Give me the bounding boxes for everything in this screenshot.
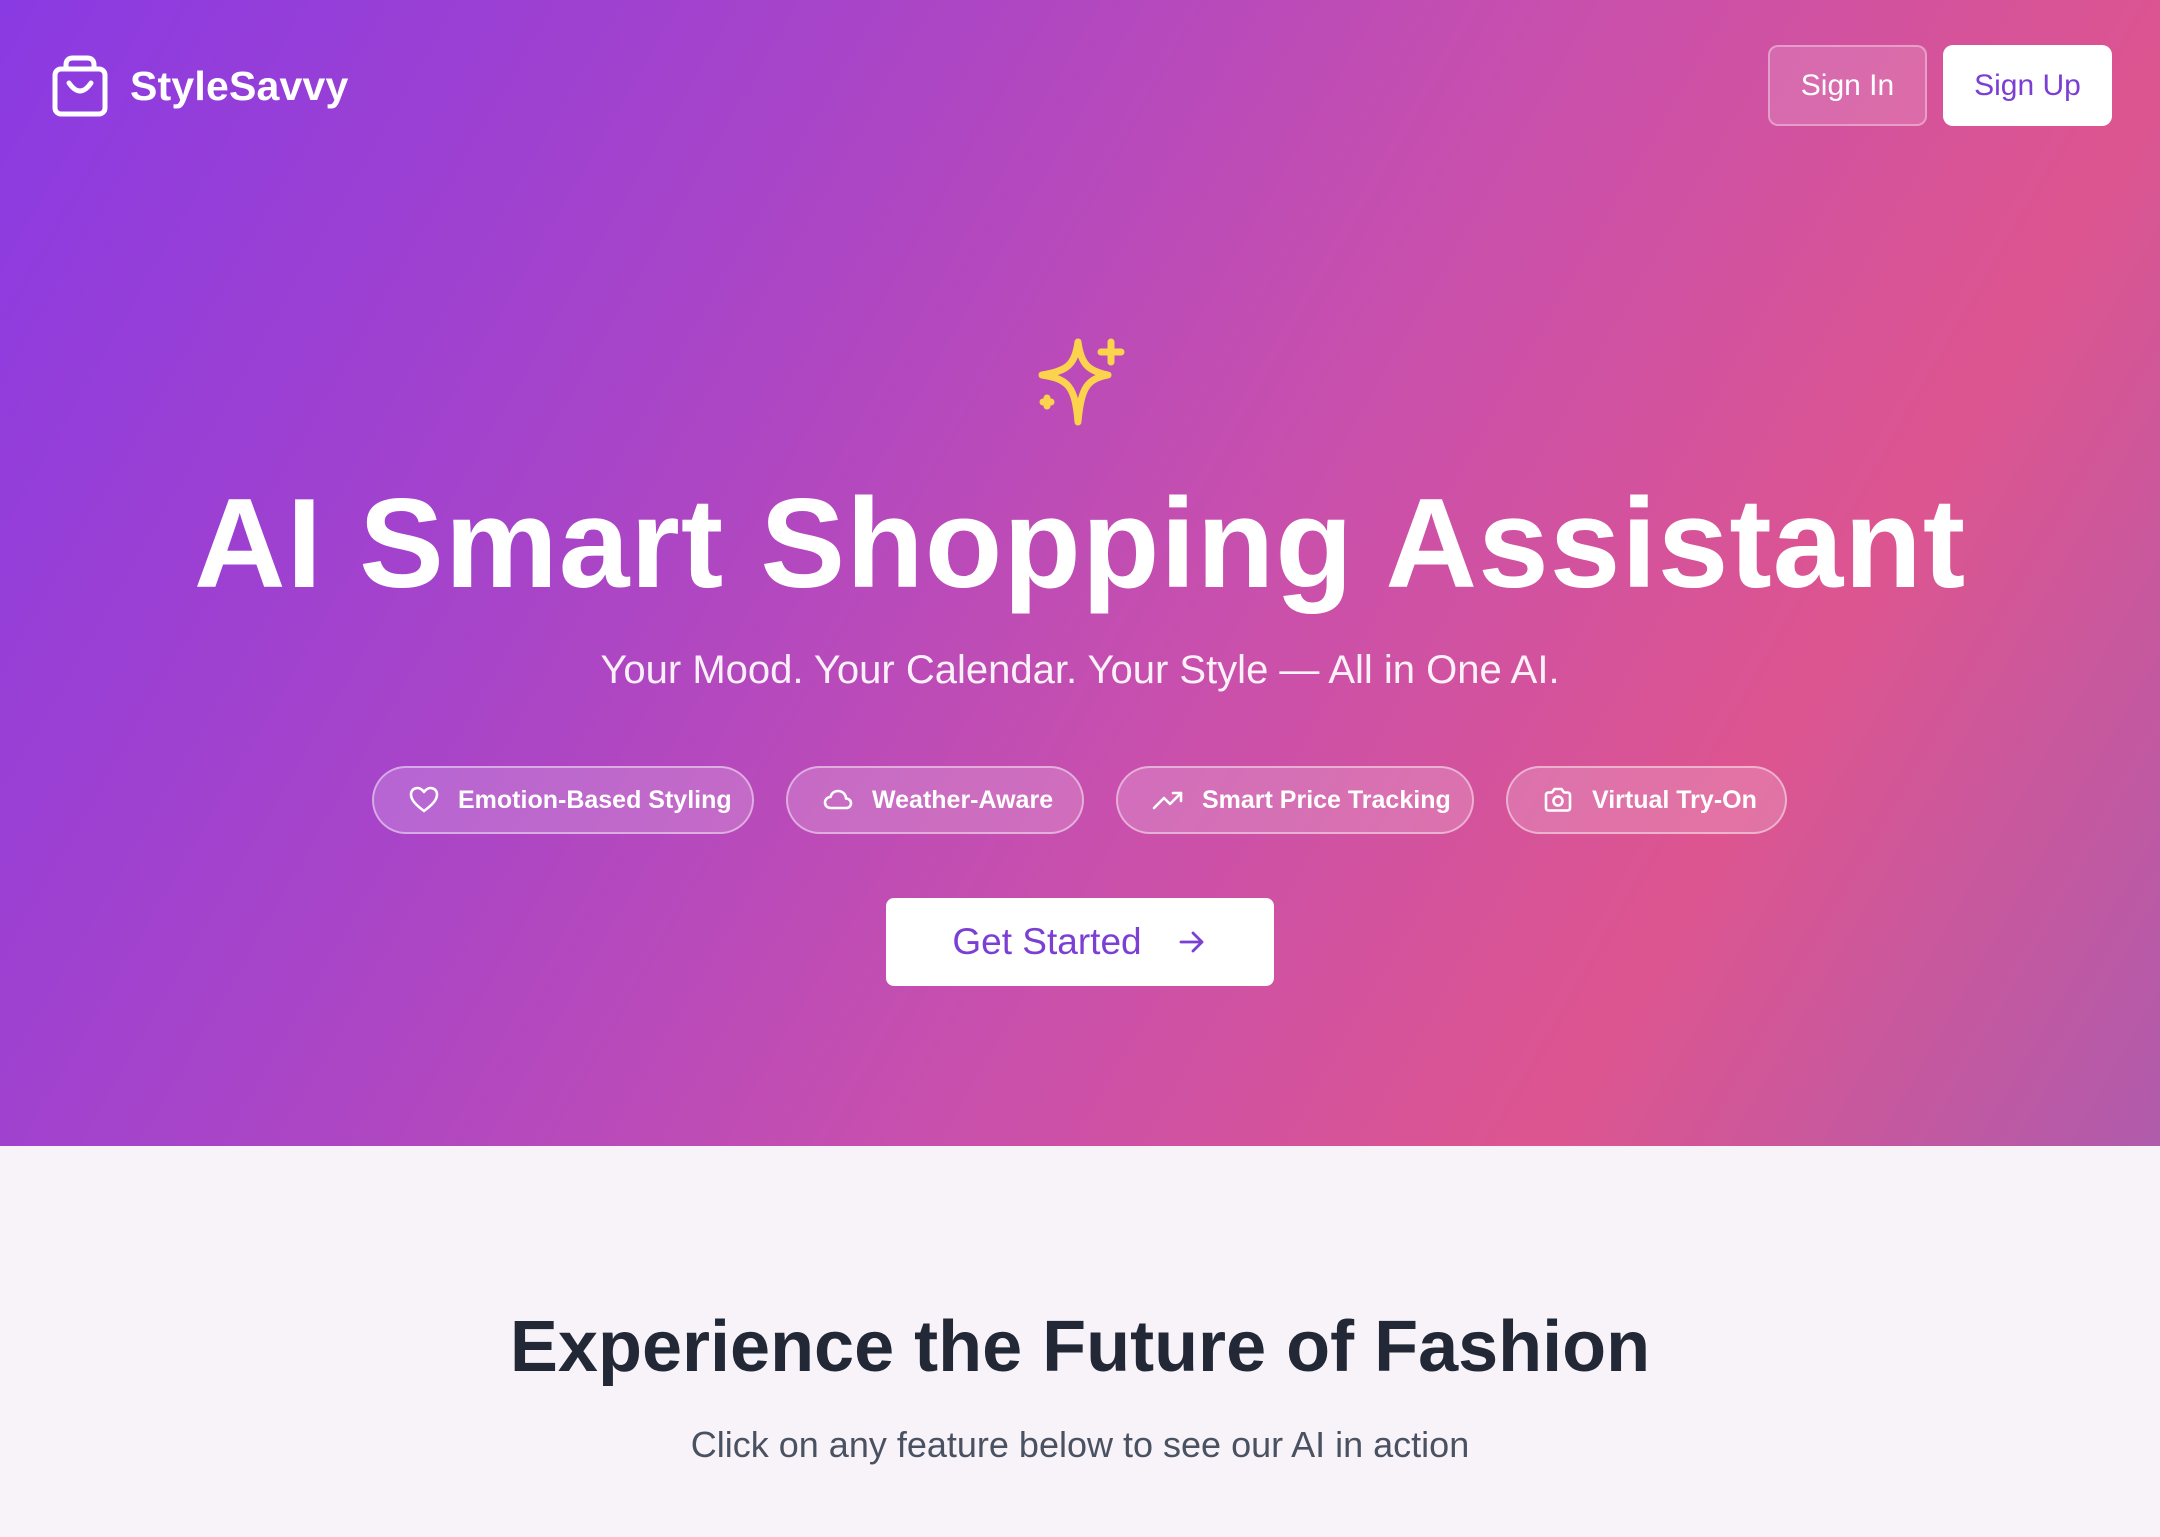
feature-pill-weather[interactable]: Weather-Aware: [786, 766, 1084, 834]
shopping-bag-icon: [52, 55, 108, 117]
feature-pill-tryon[interactable]: Virtual Try-On: [1506, 766, 1787, 834]
get-started-button[interactable]: Get Started: [886, 898, 1274, 986]
hero-section: StyleSavvy Sign In Sign Up AI Smart Shop…: [0, 0, 2160, 1146]
sparkles-icon: [1038, 338, 1125, 426]
arrow-right-icon: [1179, 931, 1204, 953]
sign-in-button[interactable]: Sign In: [1768, 45, 1927, 126]
cloud-icon: [823, 789, 853, 810]
feature-pill-emotion[interactable]: Emotion-Based Styling: [372, 766, 754, 834]
feature-pill-price[interactable]: Smart Price Tracking: [1116, 766, 1474, 834]
feature-pill-label: Weather-Aware: [872, 785, 1054, 814]
get-started-label: Get Started: [952, 921, 1142, 962]
section-subtitle: Click on any feature below to see our AI…: [690, 1424, 1470, 1465]
brand-logo[interactable]: StyleSavvy: [52, 55, 349, 117]
trending-up-icon: [1152, 791, 1183, 810]
sign-up-button[interactable]: Sign Up: [1943, 45, 2112, 126]
section-title: Experience the Future of Fashion: [509, 1307, 1651, 1387]
feature-pill-label: Emotion-Based Styling: [458, 785, 732, 814]
feature-pill-label: Smart Price Tracking: [1202, 785, 1451, 814]
hero-title: AI Smart Shopping Assistant: [193, 472, 1967, 614]
hero-subtitle: Your Mood. Your Calendar. Your Style — A…: [600, 648, 1560, 692]
camera-icon: [1544, 787, 1572, 812]
brand-name: StyleSavvy: [130, 62, 349, 109]
heart-icon: [409, 786, 439, 813]
feature-pill-label: Virtual Try-On: [1592, 785, 1757, 814]
